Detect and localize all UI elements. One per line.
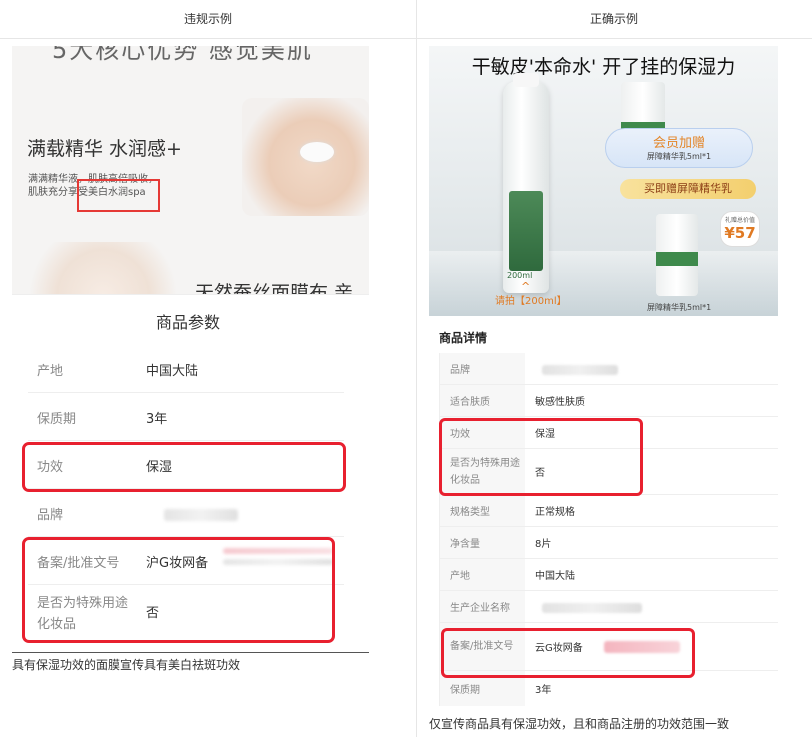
tube-caption: 屏障精华乳5ml*1 <box>647 303 712 312</box>
detail-key: 适合肤质 <box>440 385 525 416</box>
filing-highlight-box <box>22 537 335 643</box>
face-mask-photo <box>28 242 178 294</box>
violation-example-panel: 5大核心优势 感觉美肌 满载精华 水润感+ 满满精华液，肌肤高倍吸收， 肌肤充分… <box>12 46 369 652</box>
member-gift-sub: 屏障精华乳5ml*1 <box>646 152 712 161</box>
ad-title: 干敏皮'本命水' 开了挂的保湿力 <box>471 56 736 78</box>
order-volume-label: 请拍【200ml】 <box>495 296 567 307</box>
column-divider <box>416 0 417 737</box>
efficacy-highlight-box <box>22 442 346 492</box>
filing-highlight-box <box>441 628 695 678</box>
detail-key: 品牌 <box>440 353 525 384</box>
param-key: 产地 <box>37 364 64 379</box>
promo-top-text: 5大核心优势 感觉美肌 <box>52 46 313 64</box>
detail-value: 8片 <box>535 539 552 550</box>
params-title: 商品参数 <box>155 313 220 332</box>
efficacy-highlight-box <box>439 418 643 496</box>
toner-bottle: 200ml <box>503 73 549 293</box>
detail-key: 生产企业名称 <box>440 591 525 622</box>
detail-row: 生产企业名称 <box>440 591 778 623</box>
detail-row: 净含量 8片 <box>440 527 778 559</box>
detail-key: 净含量 <box>440 527 525 558</box>
detail-row: 规格类型 正常规格 <box>440 495 778 527</box>
whitening-claim-highlight <box>77 179 160 212</box>
param-value: 中国大陆 <box>146 364 199 379</box>
glass-platform <box>429 251 778 316</box>
detail-value: 中国大陆 <box>535 571 575 582</box>
details-title: 商品详情 <box>439 331 488 345</box>
violation-promo-image: 5大核心优势 感觉美肌 满载精华 水润感+ 满满精华液，肌肤高倍吸收， 肌肤充分… <box>12 46 369 294</box>
detail-row: 适合肤质 敏感性肤质 <box>440 385 778 417</box>
detail-value: 敏感性肤质 <box>535 397 585 408</box>
param-row: 产地 中国大陆 <box>28 345 344 393</box>
param-row: 品牌 <box>28 489 344 537</box>
gift-tube-2 <box>656 214 698 296</box>
gift-value-price: ¥57 <box>724 224 756 242</box>
gift-value-label: 礼赠总价值 <box>724 217 755 224</box>
correct-promo-image: 干敏皮'本命水' 开了挂的保湿力 200ml 会员加赠 屏障精华乳5ml*1 买… <box>429 46 778 316</box>
correct-caption: 仅宣传商品具有保湿功效，且和商品注册的功效范围一致 <box>429 717 730 731</box>
bottle-volume: 200ml <box>507 271 533 280</box>
param-key: 品牌 <box>37 508 64 523</box>
param-key: 保质期 <box>37 412 77 427</box>
product-params-section: 商品参数 产地 中国大陆 保质期 3年 功效 保湿 品牌 备案/批准文号 沪G妆… <box>12 294 369 652</box>
buy-gift-banner: 买即赠屏障精华乳 <box>620 179 756 199</box>
detail-row: 产地 中国大陆 <box>440 559 778 591</box>
manufacturer-redacted <box>542 603 642 613</box>
brand-value-redacted <box>542 365 618 375</box>
promo-title: 满载精华 水润感+ <box>27 138 182 160</box>
detail-key: 产地 <box>440 559 525 590</box>
detail-row: 品牌 <box>440 353 778 385</box>
hand-cream-photo <box>242 98 369 216</box>
leaf-label <box>509 191 543 271</box>
brand-value-redacted <box>164 509 238 521</box>
detail-key: 规格类型 <box>440 495 525 526</box>
violation-caption: 具有保湿功效的面膜宣传具有美白祛斑功效 <box>12 652 369 673</box>
gift-value-badge: 礼赠总价值 ¥57 <box>720 211 760 247</box>
param-value: 3年 <box>146 412 168 427</box>
member-gift-badge: 会员加赠 屏障精华乳5ml*1 <box>605 128 753 168</box>
member-gift-label: 会员加赠 <box>652 136 705 151</box>
param-row: 保质期 3年 <box>28 393 344 441</box>
promo-bottom-text: 天然蚕丝面膜布 亲 <box>195 282 354 294</box>
detail-value: 正常规格 <box>535 507 575 518</box>
